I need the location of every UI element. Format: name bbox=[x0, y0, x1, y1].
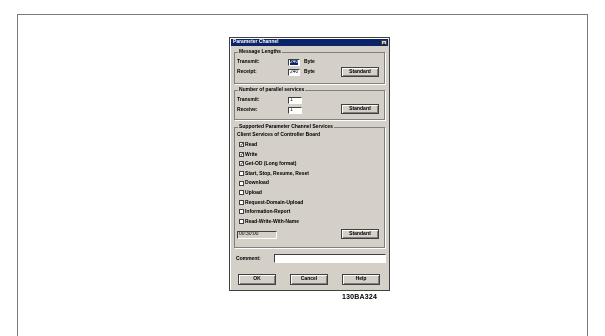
parallel-transmit-field[interactable]: 1 bbox=[288, 97, 302, 104]
parallel-services-group: Number of parallel services Transmit: 1 … bbox=[234, 87, 385, 120]
time-value: 00:30:00 bbox=[239, 231, 259, 237]
empty-checkbox-icon[interactable] bbox=[239, 180, 244, 186]
service-checkbox-label: Read bbox=[245, 142, 258, 148]
parallel-receive-value: 1 bbox=[290, 107, 293, 113]
time-field[interactable]: 00:30:00 bbox=[237, 231, 277, 239]
service-checkbox-row[interactable]: ✓Get-OD (Long format) bbox=[239, 161, 296, 168]
parallel-receive-field[interactable]: 1 bbox=[288, 107, 302, 114]
receipt-length-field[interactable]: 240 bbox=[288, 69, 300, 76]
dialog-title: Parameter Channel bbox=[233, 39, 279, 45]
empty-checkbox-icon[interactable] bbox=[239, 209, 244, 215]
service-checkbox-label: Request-Domain-Upload bbox=[245, 199, 304, 206]
transmit-length-label: Transmit: bbox=[237, 59, 260, 65]
service-checkbox-row[interactable]: Information-Report bbox=[239, 209, 290, 216]
message-lengths-group: Message Lengths Transmit: 240 Byte Recei… bbox=[234, 49, 385, 84]
message-lengths-standard-button[interactable]: Standard bbox=[341, 67, 379, 77]
empty-checkbox-icon[interactable] bbox=[239, 190, 244, 196]
service-checkbox-row[interactable]: Read-Write-With-Name bbox=[239, 219, 299, 226]
parameter-channel-dialog: Parameter Channel x Message Lengths Tran… bbox=[229, 37, 390, 291]
client-services-subtitle: Client Services of Controller Board bbox=[237, 132, 321, 138]
service-checkbox-label: Download bbox=[245, 180, 269, 187]
transmit-length-unit: Byte bbox=[304, 59, 315, 65]
parallel-services-standard-button[interactable]: Standard bbox=[341, 104, 379, 114]
supported-services-group: Supported Parameter Channel Services Cli… bbox=[234, 124, 385, 248]
empty-checkbox-icon[interactable] bbox=[239, 199, 244, 205]
comment-label: Comment: bbox=[236, 256, 261, 262]
empty-checkbox-icon[interactable] bbox=[239, 218, 244, 224]
service-checkbox-row[interactable]: Request-Domain-Upload bbox=[239, 200, 303, 207]
service-checkbox-label: Start, Stop, Resume, Reset bbox=[245, 170, 309, 177]
ok-button[interactable]: OK bbox=[238, 274, 276, 285]
title-bar: Parameter Channel x bbox=[231, 39, 388, 46]
parallel-transmit-value: 1 bbox=[290, 97, 293, 103]
empty-checkbox-icon[interactable] bbox=[239, 170, 244, 176]
message-lengths-title: Message Lengths bbox=[238, 49, 282, 55]
receipt-length-unit: Byte bbox=[304, 69, 315, 75]
receipt-length-label: Receipt: bbox=[237, 69, 257, 75]
service-checkbox-label: Read-Write-With-Name bbox=[245, 218, 300, 225]
service-checkbox-row[interactable]: ✓Read bbox=[239, 142, 257, 149]
service-checkbox-label: Get-OD (Long format) bbox=[245, 161, 297, 168]
service-checkbox-label: Upload bbox=[245, 190, 262, 196]
service-checkbox-row[interactable]: Download bbox=[239, 180, 269, 187]
service-checkbox-row[interactable]: Start, Stop, Resume, Reset bbox=[239, 171, 309, 178]
checked-checkbox-icon[interactable]: ✓ bbox=[239, 161, 244, 167]
figure-code: 130BA324 bbox=[342, 294, 378, 301]
help-button[interactable]: Help bbox=[342, 274, 380, 285]
checked-checkbox-icon[interactable]: ✓ bbox=[239, 142, 244, 148]
service-checkbox-label: Write bbox=[245, 151, 258, 158]
cancel-button[interactable]: Cancel bbox=[290, 274, 328, 285]
supported-services-title: Supported Parameter Channel Services bbox=[238, 124, 334, 130]
parallel-receive-label: Receive: bbox=[237, 107, 258, 113]
comment-field[interactable] bbox=[274, 254, 386, 263]
close-button[interactable]: x bbox=[381, 40, 387, 46]
transmit-length-field[interactable]: 240 bbox=[288, 59, 300, 66]
receipt-length-value: 240 bbox=[290, 69, 299, 75]
checked-checkbox-icon[interactable]: ✓ bbox=[239, 151, 244, 157]
parallel-transmit-label: Transmit: bbox=[237, 97, 260, 103]
close-icon: x bbox=[382, 41, 386, 46]
transmit-length-value: 240 bbox=[290, 59, 299, 65]
services-standard-button[interactable]: Standard bbox=[341, 229, 379, 239]
service-checkbox-label: Information-Report bbox=[245, 209, 291, 216]
service-checkbox-row[interactable]: ✓Write bbox=[239, 152, 257, 159]
service-checkbox-row[interactable]: Upload bbox=[239, 190, 262, 197]
parallel-services-title: Number of parallel services bbox=[238, 87, 306, 93]
